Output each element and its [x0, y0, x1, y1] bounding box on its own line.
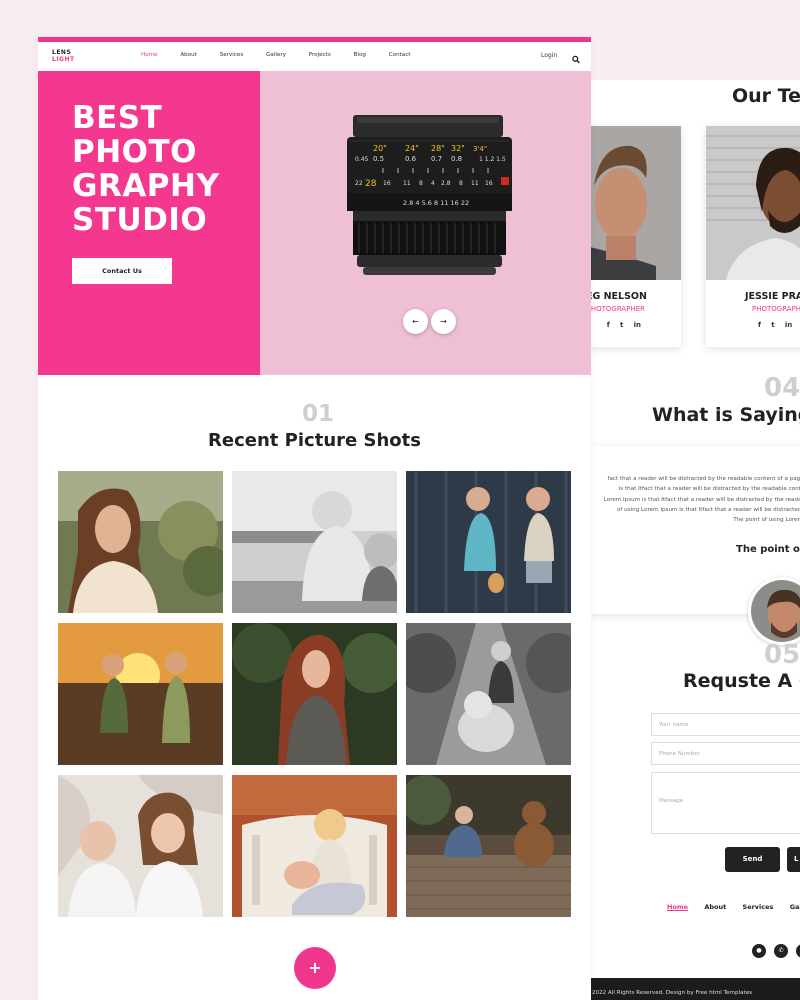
camera-lens-image: 20" 24" 28" 32" 3'4" 0.45 0.5 0.6 0.7 0.… — [343, 113, 516, 278]
send-button[interactable]: Send — [725, 847, 780, 872]
svg-text:0.5: 0.5 — [373, 155, 384, 163]
testimonial-avatar — [748, 577, 800, 645]
svg-text:32": 32" — [451, 144, 465, 153]
slider-next-button[interactable]: → — [431, 309, 456, 334]
section-number: 05 — [764, 640, 800, 670]
nav-home[interactable]: Home — [141, 52, 158, 58]
section-number: 04 — [764, 373, 800, 403]
location-icon[interactable]: ● — [752, 944, 766, 958]
team-card: EG NELSON PHOTOGRAPHER f t in — [590, 126, 681, 347]
nav-projects[interactable]: Projects — [309, 52, 331, 58]
svg-text:24": 24" — [405, 144, 419, 153]
gallery-section-title: Recent Picture Shots — [208, 430, 421, 451]
nav-gallery[interactable]: Gallery — [266, 52, 286, 58]
main-menu: Home About Services Gallery Projects Blo… — [141, 52, 432, 58]
team-social-links: f t in — [590, 321, 681, 329]
login-link[interactable]: Login — [541, 52, 557, 59]
testimonial-author: The point of — [736, 544, 800, 555]
svg-text:0.45: 0.45 — [355, 156, 369, 163]
name-field[interactable]: Your name — [651, 713, 800, 736]
svg-text:0.8: 0.8 — [451, 155, 462, 163]
request-section-title: Requste A C — [683, 670, 800, 692]
svg-text:2.8: 2.8 — [441, 180, 451, 187]
testimonial-text: fact that a reader will be distracted by… — [603, 476, 800, 524]
svg-text:0.7: 0.7 — [431, 155, 442, 163]
gallery-photo[interactable] — [232, 623, 397, 765]
linkedin-icon[interactable]: in — [634, 321, 641, 329]
footer-nav-home[interactable]: Home — [667, 903, 688, 911]
hero-title: BEST PHOTO GRAPHY STUDIO — [72, 100, 220, 238]
gallery-photo[interactable] — [232, 471, 397, 613]
team-member-role: PHOTOGRAPHER — [590, 305, 645, 313]
svg-text:28: 28 — [365, 179, 377, 189]
footer-nav-gallery[interactable]: Gallery — [790, 903, 800, 911]
svg-text:4: 4 — [431, 180, 435, 187]
twitter-icon[interactable]: t — [620, 321, 623, 329]
svg-text:16: 16 — [485, 180, 493, 187]
team-social-links: f t in — [706, 321, 800, 329]
svg-text:3'4": 3'4" — [473, 145, 487, 153]
team-member-name: JESSIE PRA — [745, 291, 800, 302]
svg-text:22: 22 — [355, 180, 363, 187]
gallery-photo[interactable] — [406, 623, 571, 765]
svg-text:16: 16 — [383, 180, 391, 187]
svg-text:0.6: 0.6 — [405, 155, 417, 163]
gallery-photo[interactable] — [58, 623, 223, 765]
team-card: JESSIE PRA PHOTOGRAPHER f t in — [706, 126, 800, 347]
team-member-photo — [590, 126, 681, 280]
team-member-photo — [706, 126, 800, 280]
linkedin-icon[interactable]: in — [785, 321, 792, 329]
search-icon[interactable] — [572, 50, 580, 64]
team-member-role: PHOTOGRAPHER — [752, 305, 800, 313]
load-more-button[interactable]: + — [294, 947, 336, 989]
secondary-button[interactable]: L — [787, 847, 800, 872]
navbar: LENS LIGHT Home About Services Gallery P… — [38, 42, 591, 71]
copyright-bar: 2022 All Rights Reserved. Design by Free… — [590, 978, 800, 1000]
svg-text:1 1.2 1.5: 1 1.2 1.5 — [479, 156, 506, 163]
svg-text:28": 28" — [431, 144, 445, 153]
contact-us-button[interactable]: Contact Us — [72, 258, 172, 284]
footer-nav: Home About Services Gallery — [667, 903, 800, 911]
team-section-title: Our Te — [732, 85, 800, 107]
svg-text:11: 11 — [471, 180, 479, 187]
gallery-photo[interactable] — [58, 775, 223, 917]
nav-services[interactable]: Services — [220, 52, 244, 58]
slider-prev-button[interactable]: ← — [403, 309, 428, 334]
section-number: 01 — [302, 401, 335, 427]
phone-field[interactable]: Phone Number — [651, 742, 800, 765]
message-field[interactable]: Message — [651, 772, 800, 834]
phone-icon[interactable]: ✆ — [774, 944, 789, 958]
email-icon[interactable]: ✉ — [796, 944, 800, 958]
svg-text:8: 8 — [419, 180, 423, 187]
twitter-icon[interactable]: t — [771, 321, 774, 329]
svg-text:20": 20" — [373, 144, 387, 153]
footer-contact-icons: ● ✆ ✉ — [752, 937, 800, 958]
site-logo[interactable]: LENS LIGHT — [52, 49, 75, 63]
back-page-preview: Our Te EG NELSON PHOTOGRAPHER f t in JES… — [590, 80, 800, 1000]
gallery-photo[interactable] — [406, 775, 571, 917]
team-member-name: EG NELSON — [590, 291, 647, 302]
nav-about[interactable]: About — [180, 52, 197, 58]
testimonial-section-title: What is Saying — [652, 404, 800, 426]
front-page-preview: LENS LIGHT Home About Services Gallery P… — [38, 37, 591, 1000]
facebook-icon[interactable]: f — [607, 321, 610, 329]
hero-text-panel: BEST PHOTO GRAPHY STUDIO Contact Us — [38, 71, 260, 375]
svg-text:8: 8 — [459, 180, 463, 187]
footer-nav-services[interactable]: Services — [743, 903, 774, 911]
svg-text:2.8 4 5.6 8 11 16 22: 2.8 4 5.6 8 11 16 22 — [403, 199, 469, 207]
svg-text:11: 11 — [403, 180, 411, 187]
gallery-photo[interactable] — [232, 775, 397, 917]
nav-blog[interactable]: Blog — [354, 52, 366, 58]
gallery-photo[interactable] — [58, 471, 223, 613]
gallery-photo[interactable] — [406, 471, 571, 613]
hero-slider: BEST PHOTO GRAPHY STUDIO Contact Us 20" … — [38, 71, 591, 375]
facebook-icon[interactable]: f — [758, 321, 761, 329]
footer-nav-about[interactable]: About — [704, 903, 726, 911]
nav-contact[interactable]: Contact — [389, 52, 411, 58]
